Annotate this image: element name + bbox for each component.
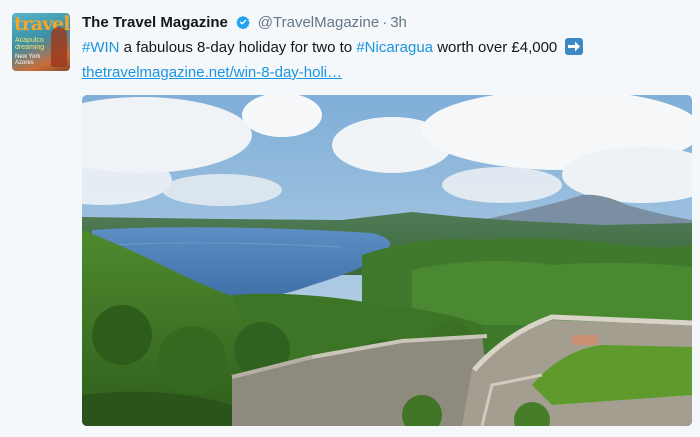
tweet-header: The Travel Magazine @TravelMagazine · 3h [82,14,407,34]
tweet[interactable]: travel Acapulco dreaming New York Azores… [0,0,700,437]
verified-badge-icon [236,15,251,29]
avatar-cover-line: dreaming [15,44,45,51]
user-handle[interactable]: @TravelMagazine [258,14,379,31]
tweet-text: #WIN a fabulous 8-day holiday for two to… [82,38,584,58]
tweet-link[interactable]: thetravelmagazine.net/win-8-day-holi… [82,63,342,83]
separator-dot: · [382,14,388,31]
tweet-text-end: worth over £4,000 [433,39,558,56]
hashtag-nicaragua[interactable]: #Nicaragua [356,39,433,56]
hashtag-win[interactable]: #WIN [82,39,120,56]
avatar[interactable]: travel Acapulco dreaming New York Azores [12,13,70,71]
right-arrow-emoji-icon [565,38,584,55]
tweet-photo[interactable] [82,95,692,426]
avatar-cover-line: Acapulco [15,37,44,44]
tweet-text-middle: a fabulous 8-day holiday for two to [119,39,357,56]
avatar-cover-line: Azores [15,60,34,66]
landscape-photo [82,95,692,426]
avatar-figure [51,27,67,67]
timestamp[interactable]: 3h [390,14,407,31]
display-name[interactable]: The Travel Magazine [82,14,228,31]
